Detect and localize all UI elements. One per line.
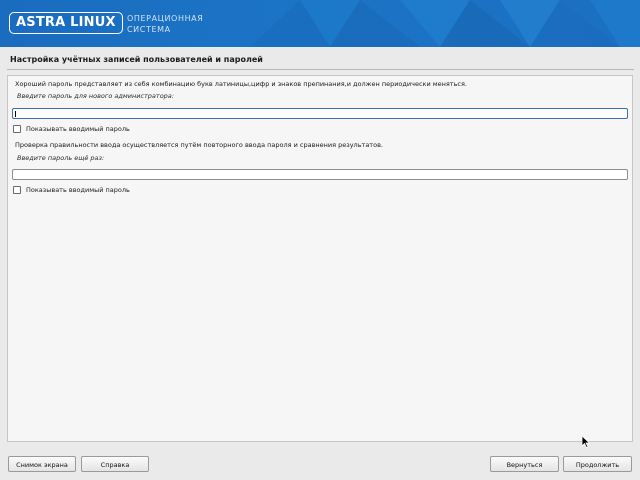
show-password-checkbox-row-2[interactable]: Показывать вводимый пароль [13,185,130,194]
show-password-checkbox-2[interactable] [13,185,21,194]
text-caret [15,111,16,117]
show-password-checkbox-1[interactable] [13,124,21,133]
verify-prompt-label: Введите пароль ещё раз: [17,154,105,162]
title-divider [7,69,634,70]
show-password-label-1: Показывать вводимый пароль [26,124,130,133]
password-prompt-label: Введите пароль для нового администратора… [17,92,174,100]
password-input[interactable] [12,108,628,119]
logo-subtitle: ОПЕРАЦИОННАЯ СИСТЕМА [127,13,227,35]
screenshot-button[interactable]: Снимок экрана [8,456,76,472]
password-hint-text: Хороший пароль представляет из себя комб… [15,80,467,88]
page-title: Настройка учётных записей пользователей … [10,55,263,64]
back-button[interactable]: Вернуться [490,456,559,472]
show-password-label-2: Показывать вводимый пароль [26,185,130,194]
logo-subtitle-line2: СИСТЕМА [127,25,171,34]
verify-password-input[interactable] [12,169,628,180]
content-panel: Хороший пароль представляет из себя комб… [7,75,633,442]
show-password-checkbox-row-1[interactable]: Показывать вводимый пароль [13,124,130,133]
logo-subtitle-line1: ОПЕРАЦИОННАЯ [127,14,204,23]
help-button[interactable]: Справка [81,456,149,472]
mouse-cursor-icon [582,436,590,448]
continue-button[interactable]: Продолжить [563,456,632,472]
header-banner: ASTRA LINUX ОПЕРАЦИОННАЯ СИСТЕМА [0,0,640,47]
astra-logo: ASTRA LINUX [9,12,123,34]
verify-hint-text: Проверка правильности ввода осуществляет… [15,141,383,149]
